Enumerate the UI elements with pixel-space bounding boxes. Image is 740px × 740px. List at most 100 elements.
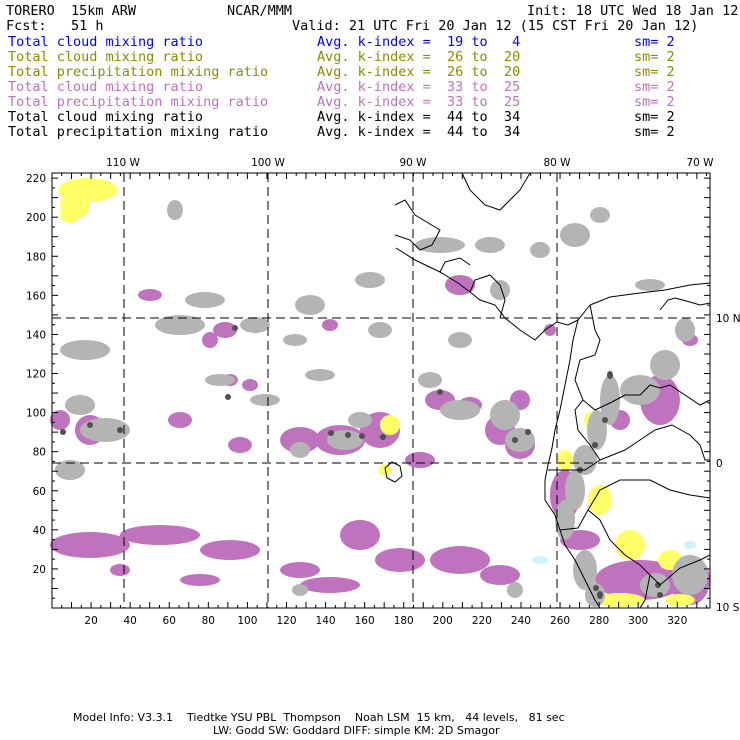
gray-cloud-blob <box>355 272 385 288</box>
dark-cloud-blob <box>593 585 599 591</box>
x-tick-label: 200 <box>433 615 453 627</box>
dark-cloud-blob <box>117 427 123 433</box>
dark-cloud-blob <box>525 429 531 435</box>
x-tick-label: 40 <box>123 615 136 627</box>
purple-cloud-blob <box>180 574 220 586</box>
x-tick-label: 80 <box>202 615 215 627</box>
gray-cloud-blob <box>60 340 110 360</box>
dark-cloud-blob <box>602 417 608 423</box>
model-info-line1: Model Info: V3.3.1 Tiedtke YSU PBL Thomp… <box>73 711 565 724</box>
gray-cloud-blob <box>560 223 590 247</box>
purple-cloud-blob <box>340 520 380 550</box>
yellow-cloud-blob <box>665 594 695 606</box>
dark-cloud-blob <box>380 434 386 440</box>
y-tick-label: 60 <box>33 486 46 498</box>
gray-cloud-blob <box>555 500 575 540</box>
purple-cloud-blob <box>480 565 520 585</box>
gray-cloud-blob <box>507 582 523 598</box>
y-tick-label: 100 <box>26 408 46 420</box>
purple-cloud-blob <box>405 452 435 468</box>
dark-cloud-blob <box>328 430 334 436</box>
dark-cloud-blob <box>345 432 351 438</box>
gray-cloud-blob <box>368 322 392 338</box>
x-tick-label: 180 <box>394 615 414 627</box>
purple-cloud-blob <box>138 289 162 301</box>
gray-cloud-blob <box>167 200 183 220</box>
purple-cloud-blob <box>228 437 252 453</box>
x-tick-label: 240 <box>511 615 531 627</box>
x-tick-label: 320 <box>667 615 687 627</box>
y-tick-label: 200 <box>26 212 46 224</box>
cyan-cloud-blob <box>684 541 696 549</box>
gray-cloud-blob <box>620 375 660 405</box>
gray-cloud-blob <box>205 374 235 386</box>
gray-cloud-blob <box>675 318 695 342</box>
yellow-cloud-blob <box>557 450 573 470</box>
gray-cloud-blob <box>295 295 325 315</box>
y-tick-label: 180 <box>26 251 46 263</box>
purple-cloud-blob <box>110 564 130 576</box>
dark-cloud-blob <box>232 325 238 331</box>
longitude-label: 110 W <box>106 157 140 169</box>
purple-cloud-blob <box>120 525 200 545</box>
x-tick-label: 300 <box>628 615 648 627</box>
yellow-cloud-blob <box>60 207 80 223</box>
gray-cloud-blob <box>530 242 550 258</box>
x-tick-label: 220 <box>472 615 492 627</box>
gray-cloud-blob <box>650 350 680 380</box>
purple-cloud-blob <box>200 540 260 560</box>
y-tick-label: 20 <box>33 564 46 576</box>
latitude-label: 10 S <box>716 602 740 614</box>
gray-cloud-blob <box>348 412 372 428</box>
dark-cloud-blob <box>60 429 66 435</box>
x-tick-label: 20 <box>84 615 97 627</box>
gray-cloud-blob <box>590 207 610 223</box>
x-tick-label: 260 <box>550 615 570 627</box>
x-tick-label: 120 <box>276 615 296 627</box>
gray-cloud-blob <box>490 280 510 300</box>
y-tick-label: 80 <box>33 447 46 459</box>
purple-cloud-blob <box>430 546 490 574</box>
yellow-cloud-blob <box>615 530 645 560</box>
longitude-label: 100 W <box>251 157 285 169</box>
cloud-field <box>50 178 710 607</box>
purple-cloud-blob <box>50 532 130 558</box>
gray-cloud-blob <box>448 332 472 348</box>
gray-cloud-blob <box>490 400 520 430</box>
longitude-label: 80 W <box>543 157 571 169</box>
gray-cloud-blob <box>305 369 335 381</box>
x-tick-label: 60 <box>163 615 176 627</box>
latitude-label: 0 <box>716 458 723 470</box>
gray-cloud-blob <box>185 292 225 308</box>
dark-cloud-blob <box>607 371 613 379</box>
purple-cloud-blob <box>322 319 338 331</box>
gray-cloud-blob <box>240 317 270 333</box>
yellow-cloud-blob <box>380 415 400 435</box>
y-tick-label: 220 <box>26 173 46 185</box>
purple-cloud-blob <box>300 577 360 593</box>
purple-cloud-blob <box>280 562 320 578</box>
x-tick-label: 280 <box>589 615 609 627</box>
x-tick-label: 160 <box>355 615 375 627</box>
gray-cloud-blob <box>283 334 307 346</box>
purple-cloud-blob <box>168 412 192 428</box>
dark-cloud-blob <box>225 394 231 400</box>
gray-cloud-blob <box>475 237 505 253</box>
y-tick-label: 40 <box>33 525 46 537</box>
gray-cloud-blob <box>292 584 308 596</box>
dark-cloud-blob <box>512 437 518 443</box>
dark-cloud-blob <box>437 389 443 395</box>
purple-cloud-blob <box>242 379 258 391</box>
x-tick-label: 100 <box>237 615 257 627</box>
purple-cloud-blob <box>375 548 425 572</box>
y-tick-label: 120 <box>26 369 46 381</box>
model-info-line2: LW: Godd SW: Goddard DIFF: simple KM: 2D… <box>213 724 500 737</box>
y-tick-label: 140 <box>26 329 46 341</box>
gray-cloud-blob <box>250 394 280 406</box>
map-plot: 20 40 60 80 100 120 140 160 180 200 220 240 260 280 30… <box>26 157 740 627</box>
longitude-label: 90 W <box>399 157 427 169</box>
x-tick-label: 140 <box>316 615 336 627</box>
dark-cloud-blob <box>87 422 93 428</box>
gray-cloud-blob <box>418 372 442 388</box>
gray-cloud-blob <box>415 237 465 253</box>
